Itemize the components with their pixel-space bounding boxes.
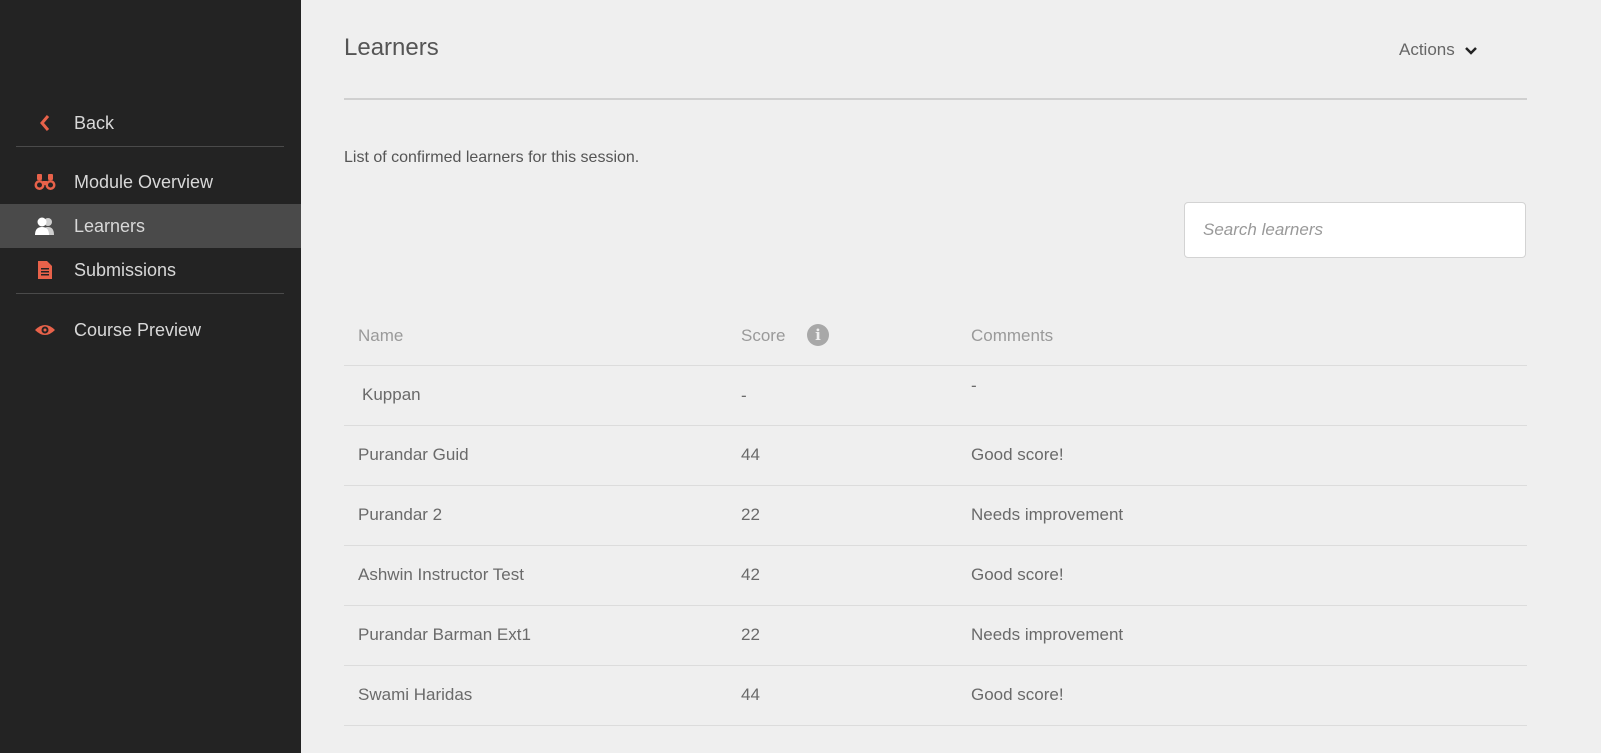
intro-text: List of confirmed learners for this sess…: [344, 149, 640, 166]
sidebar-item-label: Module Overview: [74, 171, 214, 192]
table-row: Ashwin Instructor Test 42 Good score!: [344, 546, 1527, 606]
learner-comment: -: [971, 376, 977, 395]
table-row: Kuppan - -: [344, 366, 1527, 426]
chevron-down-icon: [1464, 40, 1477, 60]
learner-score: 44: [741, 685, 760, 704]
sidebar-divider: [16, 293, 284, 294]
column-header-score[interactable]: Score: [741, 326, 785, 346]
column-header-comments[interactable]: Comments: [971, 326, 1053, 346]
table-row: Purandar 2 22 Needs improvement: [344, 486, 1527, 546]
learners-table: Name Score i Comments Kuppan - - Puranda…: [344, 305, 1527, 726]
sidebar-item-back[interactable]: Back: [0, 101, 301, 145]
chevron-left-icon: [34, 112, 56, 134]
learner-name: Purandar Barman Ext1: [358, 625, 531, 644]
page-title: Learners: [344, 34, 439, 61]
table-header: Name Score i Comments: [344, 305, 1527, 366]
table-row: Swami Haridas 44 Good score!: [344, 666, 1527, 726]
learner-name: Ashwin Instructor Test: [358, 565, 524, 584]
main-content: Learners Actions List of confirmed learn…: [301, 0, 1601, 753]
learner-comment: Good score!: [971, 685, 1064, 704]
sidebar-item-module-overview[interactable]: Module Overview: [0, 160, 301, 204]
learner-name: Purandar 2: [358, 505, 443, 524]
sidebar-item-label: Course Preview: [74, 319, 202, 340]
sidebar-item-label: Submissions: [74, 259, 177, 280]
learner-name: Swami Haridas: [358, 685, 473, 704]
sidebar-item-label: Learners: [74, 215, 146, 236]
search-input[interactable]: [1184, 202, 1526, 258]
learner-name: Purandar Guid: [358, 445, 469, 464]
users-icon: [34, 215, 56, 237]
learner-score: 44: [741, 445, 760, 464]
eye-icon: [34, 319, 56, 341]
learner-comment: Good score!: [971, 445, 1064, 464]
learner-comment: Good score!: [971, 565, 1064, 584]
actions-label: Actions: [1399, 40, 1455, 59]
info-icon[interactable]: i: [807, 324, 829, 346]
learner-score: 22: [741, 625, 760, 644]
learner-score: -: [741, 386, 747, 405]
learner-comment: Needs improvement: [971, 625, 1124, 644]
sidebar-item-label: Back: [74, 112, 115, 133]
learner-score: 22: [741, 505, 760, 524]
header-divider: [344, 98, 1527, 100]
learner-comment: Needs improvement: [971, 505, 1124, 524]
binoculars-icon: [34, 171, 56, 193]
sidebar: Back Module Overview Learners Submission…: [0, 0, 301, 753]
sidebar-item-course-preview[interactable]: Course Preview: [0, 308, 301, 352]
sidebar-item-learners[interactable]: Learners: [0, 204, 301, 248]
actions-dropdown[interactable]: Actions: [1399, 40, 1477, 60]
column-header-name[interactable]: Name: [358, 326, 403, 346]
learner-name: Kuppan: [362, 385, 421, 404]
table-row: Purandar Barman Ext1 22 Needs improvemen…: [344, 606, 1527, 666]
sidebar-item-submissions[interactable]: Submissions: [0, 248, 301, 292]
document-icon: [34, 259, 56, 281]
table-row: Purandar Guid 44 Good score!: [344, 426, 1527, 486]
learner-score: 42: [741, 565, 760, 584]
sidebar-divider: [16, 146, 284, 147]
